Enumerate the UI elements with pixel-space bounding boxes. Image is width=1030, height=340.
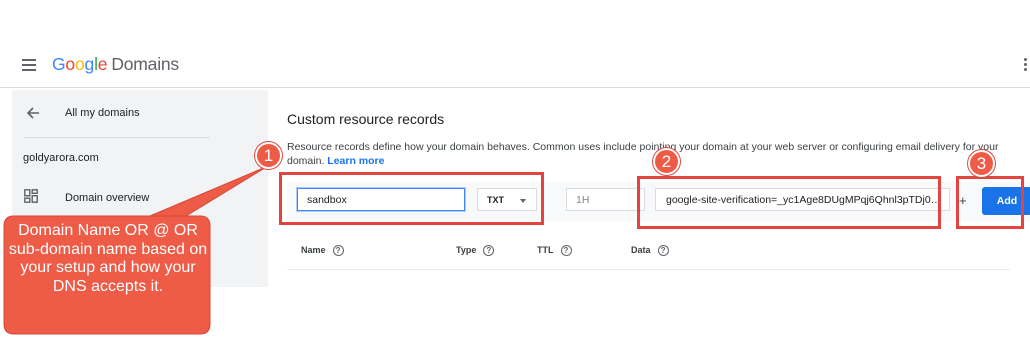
column-label: Type	[456, 245, 477, 255]
more-options-icon[interactable]	[1022, 58, 1028, 74]
sidebar-divider	[24, 137, 210, 138]
logo-letter: o	[65, 54, 75, 74]
logo-letter: o	[74, 54, 85, 74]
record-data-input[interactable]	[655, 188, 950, 211]
help-icon[interactable]: ?	[560, 245, 572, 257]
records-table-header: Name? Type? TTL? Data?	[287, 237, 1010, 270]
column-label: TTL	[537, 245, 554, 255]
logo-letter: g	[84, 54, 95, 74]
ttl-input[interactable]	[566, 188, 645, 211]
logo-letter: G	[52, 54, 66, 74]
sidebar-item-label: Domain overview	[65, 192, 150, 204]
sidebar-item-domain-overview[interactable]: Domain overview	[12, 184, 268, 212]
help-icon[interactable]: ?	[657, 245, 669, 257]
add-record-button[interactable]: Add	[982, 187, 1030, 215]
column-label: Name	[301, 245, 326, 255]
step-badge-2: 2	[653, 148, 680, 175]
current-domain: goldyarora.com	[23, 152, 99, 164]
record-type-select[interactable]: TXT	[477, 188, 537, 211]
all-domains-label: All my domains	[65, 107, 140, 119]
record-form: TXT + Add	[287, 182, 1030, 222]
callout-text: Domain Name OR @ OR sub-domain name base…	[8, 222, 208, 295]
app-bar: Google Domains	[0, 46, 1030, 88]
add-data-plus-icon[interactable]: +	[959, 193, 967, 208]
column-label: Data	[631, 245, 651, 255]
step-badge-3: 3	[968, 150, 995, 177]
hamburger-menu-icon[interactable]	[22, 56, 40, 74]
record-name-input[interactable]	[297, 188, 465, 211]
column-header-name: Name?	[301, 245, 344, 257]
help-icon[interactable]: ?	[483, 245, 495, 257]
google-domains-logo[interactable]: Google Domains	[52, 54, 179, 75]
dashboard-icon	[24, 189, 38, 203]
logo-letter: e	[97, 54, 108, 74]
logo-product-name: Domains	[111, 54, 179, 74]
step-badge-1: 1	[255, 142, 282, 169]
learn-more-link[interactable]: Learn more	[327, 155, 384, 167]
all-domains-link[interactable]: All my domains	[12, 90, 268, 136]
column-header-type: Type?	[456, 245, 495, 257]
record-type-value: TXT	[487, 195, 504, 205]
main-content: Custom resource records Resource records…	[270, 90, 1030, 340]
column-header-ttl: TTL?	[537, 245, 572, 257]
description-text: Resource records define how your domain …	[287, 141, 999, 167]
page-description: Resource records define how your domain …	[287, 140, 1007, 168]
back-arrow-icon	[26, 107, 39, 119]
help-icon[interactable]: ?	[332, 245, 344, 257]
page-title: Custom resource records	[287, 111, 445, 127]
dropdown-caret-icon	[520, 199, 526, 203]
column-header-data: Data?	[631, 245, 669, 257]
